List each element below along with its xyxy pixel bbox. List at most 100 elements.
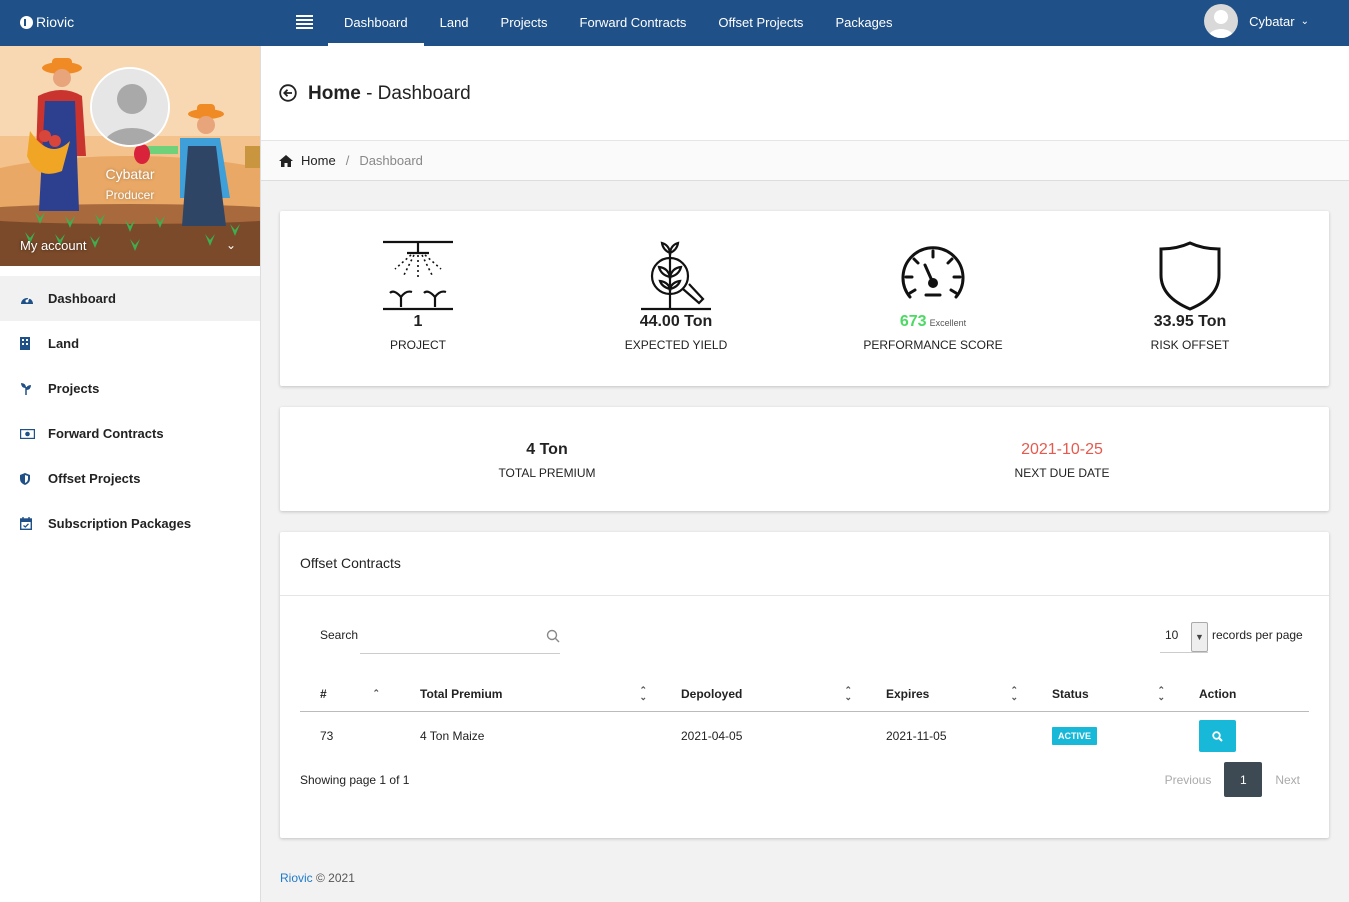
total-premium-label: TOTAL PREMIUM	[498, 466, 596, 480]
breadcrumb-home[interactable]: Home	[301, 153, 336, 168]
stat-project-value: 1	[413, 313, 423, 330]
sidebar-item-label: Land	[48, 336, 80, 351]
stat-performance-note: Excellent	[929, 318, 967, 328]
sidebar-item-forward-contracts[interactable]: Forward Contracts	[0, 411, 260, 456]
page-header: Home - Dashboard	[261, 46, 1349, 141]
my-account-toggle[interactable]: My account	[20, 238, 86, 253]
column-header-expires[interactable]: Expires ⌃ ⌄	[866, 677, 1032, 712]
sidebar-item-label: Offset Projects	[48, 471, 141, 486]
nav-projects[interactable]: Projects	[485, 0, 564, 46]
records-per-page-select[interactable]: 10 ▼	[1160, 620, 1208, 653]
nav-land[interactable]: Land	[424, 0, 485, 46]
nav-dashboard[interactable]: Dashboard	[328, 0, 424, 46]
next-due-date-value: 2021-10-25	[1021, 441, 1103, 458]
stat-yield: 44.00 Ton EXPECTED YIELD	[566, 239, 786, 352]
nav-forward-contracts[interactable]: Forward Contracts	[564, 0, 703, 46]
avatar	[1204, 4, 1239, 38]
divider	[280, 595, 1329, 596]
sort-up-icon: ⌃	[372, 688, 380, 698]
cell-action	[1179, 711, 1309, 761]
profile-name: Cybatar	[105, 166, 155, 182]
plant-search-icon	[641, 241, 711, 311]
user-name: Cybatar	[1249, 13, 1295, 29]
stat-risk-value: 33.95 Ton	[1153, 313, 1227, 330]
page-1-button[interactable]: 1	[1224, 762, 1263, 797]
next-due-date-label: NEXT DUE DATE	[1014, 466, 1110, 480]
breadcrumb: Home / Dashboard	[261, 141, 1349, 181]
card-title: Offset Contracts	[300, 555, 401, 571]
sort-icon: ⌃ ⌄	[639, 685, 647, 702]
stat-project: 1 PROJECT	[308, 239, 528, 352]
records-per-page-label: records per page	[1212, 628, 1303, 642]
sidebar-item-offset-projects[interactable]: Offset Projects	[0, 456, 260, 501]
sort-icon: ⌃ ⌄	[1157, 685, 1165, 702]
status-badge: ACTIVE	[1052, 727, 1098, 746]
sidebar: Cybatar Producer My account ⌄ Dashboard …	[0, 46, 261, 902]
stat-risk-label: RISK OFFSET	[1150, 338, 1230, 352]
search-label: Search	[320, 628, 359, 642]
column-header-total-premium[interactable]: Total Premium ⌃ ⌄	[400, 677, 661, 712]
contracts-table: # ⌃ Total Premium ⌃ ⌄ Depoloyed ⌃ ⌄ Expires ⌃ ⌄…	[300, 677, 1309, 761]
nav-offset-projects[interactable]: Offset Projects	[702, 0, 819, 46]
stat-performance-label: PERFORMANCE SCORE	[863, 338, 1003, 352]
table-header-row: # ⌃ Total Premium ⌃ ⌄ Depoloyed ⌃ ⌄ Expires ⌃ ⌄…	[300, 677, 1309, 712]
nav-packages[interactable]: Packages	[819, 0, 908, 46]
user-menu[interactable]: Cybatar ⌄	[1204, 4, 1309, 38]
logo-icon	[20, 15, 33, 29]
cell-id: 73	[320, 729, 334, 744]
calendar-check-icon	[20, 517, 44, 530]
app-logo[interactable]: Riovic	[20, 14, 74, 30]
sidebar-item-projects[interactable]: Projects	[0, 366, 260, 411]
top-navbar: Riovic Dashboard Land Projects Forward C…	[0, 0, 1349, 46]
sidebar-item-label: Forward Contracts	[48, 426, 164, 441]
sidebar-menu: Dashboard Land Projects Forward Contract…	[0, 276, 260, 546]
table-row: 73 4 Ton Maize 2021-04-05 2021-11-05 ACT…	[300, 711, 1309, 761]
stat-performance-value-row: 673 Excellent	[823, 313, 1043, 333]
footer-brand-link[interactable]: Riovic	[280, 871, 313, 885]
chevron-down-icon: ▼	[1191, 622, 1208, 652]
stat-risk: 33.95 Ton RISK OFFSET	[1080, 239, 1300, 352]
main-nav: Dashboard Land Projects Forward Contract…	[328, 0, 909, 46]
irrigation-icon	[383, 240, 453, 311]
view-button[interactable]	[1199, 720, 1236, 753]
sidebar-item-land[interactable]: Land	[0, 321, 260, 366]
stat-performance-value: 673	[899, 313, 927, 330]
shield-icon	[1159, 241, 1221, 311]
search-input[interactable]	[360, 620, 540, 652]
cell-expires: 2021-11-05	[886, 729, 947, 744]
column-header-status[interactable]: Status ⌃ ⌄	[1032, 677, 1179, 712]
column-header-action: Action	[1179, 677, 1309, 712]
offset-contracts-card: Offset Contracts Search 10 ▼ records per…	[280, 532, 1329, 838]
seedling-icon	[20, 382, 44, 395]
column-header-deployed[interactable]: Depoloyed ⌃ ⌄	[661, 677, 866, 712]
cell-status: ACTIVE	[1032, 711, 1179, 761]
profile-role: Producer	[105, 188, 155, 202]
home-icon[interactable]	[279, 154, 293, 167]
back-arrow-icon[interactable]	[279, 84, 297, 102]
chevron-down-icon[interactable]: ⌄	[226, 238, 236, 252]
premium-card: 4 Ton TOTAL PREMIUM 2021-10-25 NEXT DUE …	[280, 407, 1329, 511]
profile-panel: Cybatar Producer My account ⌄	[0, 46, 260, 266]
profile-avatar[interactable]	[90, 67, 170, 147]
sort-icon: ⌃ ⌄	[1010, 685, 1018, 702]
search-field	[360, 620, 560, 654]
sidebar-item-label: Subscription Packages	[48, 516, 192, 531]
menu-toggle-icon[interactable]	[296, 15, 313, 29]
sidebar-item-subscription-packages[interactable]: Subscription Packages	[0, 501, 260, 546]
page-title: Home - Dashboard	[308, 83, 471, 104]
search-icon[interactable]	[546, 629, 560, 643]
sidebar-item-label: Dashboard	[48, 291, 116, 306]
stats-card: 1 PROJECT 44.00 Ton EXPECTED YIELD 673 E…	[280, 211, 1329, 386]
cell-deployed: 2021-04-05	[681, 729, 743, 744]
total-premium: 4 Ton TOTAL PREMIUM	[397, 441, 697, 480]
next-due-date: 2021-10-25 NEXT DUE DATE	[912, 441, 1212, 480]
column-header-id[interactable]: # ⌃	[300, 677, 400, 712]
sidebar-item-label: Projects	[48, 381, 100, 396]
cell-premium: 4 Ton Maize	[420, 729, 485, 744]
previous-page-button[interactable]: Previous	[1152, 773, 1225, 787]
footer-copyright: © 2021	[312, 871, 355, 885]
speedometer-icon	[901, 246, 965, 299]
next-page-button[interactable]: Next	[1262, 773, 1313, 787]
records-per-page-value: 10	[1165, 628, 1179, 642]
sidebar-item-dashboard[interactable]: Dashboard	[0, 276, 260, 321]
